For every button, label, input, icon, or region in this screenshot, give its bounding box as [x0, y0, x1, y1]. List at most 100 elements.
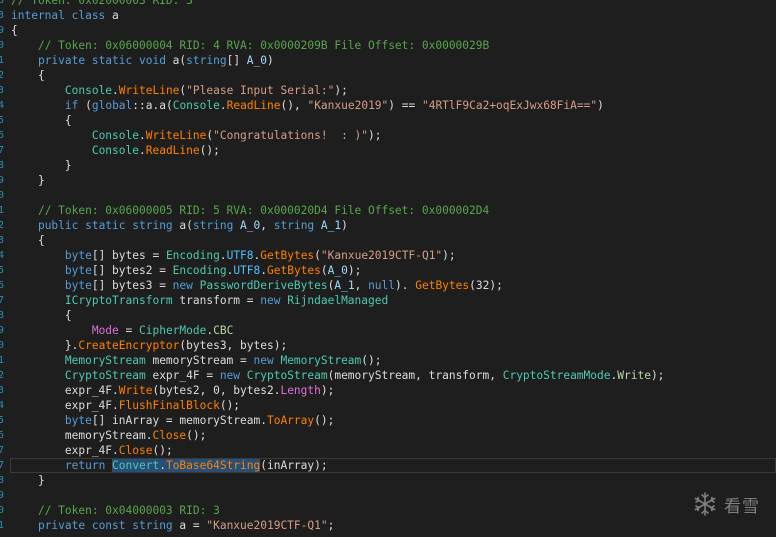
code-token: MemoryStream: [280, 354, 362, 367]
code-text: byte[] inArray = memoryStream.ToArray();: [11, 413, 334, 428]
code-token: Close: [152, 429, 187, 442]
code-text: if (global::a.a(Console.ReadLine(), "Kan…: [11, 98, 604, 113]
line-number: 6: [0, 130, 4, 141]
code-line[interactable]: 7 Console.ReadLine();: [0, 143, 776, 158]
code-token: GetBytes: [415, 279, 470, 292]
code-line[interactable]: 0 // Token: 0x04000003 RID: 3: [0, 503, 776, 518]
code-line[interactable]: 9 Mode = CipherMode.CBC: [0, 323, 776, 338]
code-line[interactable]: 6 memoryStream.Close();: [0, 428, 776, 443]
code-token: a: [112, 9, 119, 22]
code-text: byte[] bytes2 = Encoding.UTF8.GetBytes(A…: [11, 263, 361, 278]
code-line[interactable]: 4 expr_4F.FlushFinalBlock();: [0, 398, 776, 413]
code-line[interactable]: 9: [0, 488, 776, 503]
code-token: if: [64, 99, 86, 112]
code-line[interactable]: 2 {: [0, 68, 776, 83]
code-token: ): [267, 54, 274, 67]
code-line[interactable]: 8 {: [0, 308, 776, 323]
code-token: ();: [152, 444, 173, 457]
line-number: 0: [0, 340, 4, 351]
code-line[interactable]: 5 {: [0, 113, 776, 128]
code-line[interactable]: 7 ICryptoTransform transform = new Rijnd…: [0, 293, 776, 308]
code-editor[interactable]: 6 // Token: 0x02000003 RID: 3 3 internal cl…: [0, 0, 776, 533]
code-line[interactable]: 1 // Token: 0x06000005 RID: 5 RVA: 0x000…: [0, 203, 776, 218]
code-line[interactable]: 1 private const string a = "Kanxue2019CT…: [0, 518, 776, 533]
line-number: 7: [0, 460, 4, 471]
code-line[interactable]: 3 expr_4F.Write(bytes2, 0, bytes2.Length…: [0, 383, 776, 398]
code-line[interactable]: 7 return Convert.ToBase64String(inArray)…: [0, 458, 776, 473]
code-line[interactable]: 1 private static void a(string[] A_0): [0, 53, 776, 68]
line-number: 3: [0, 385, 4, 396]
code-line[interactable]: 0: [0, 188, 776, 203]
code-line[interactable]: 4 if (global::a.a(Console.ReadLine(), "K…: [0, 98, 776, 113]
code-token: global: [91, 99, 133, 112]
code-line[interactable]: 6 // Token: 0x02000003 RID: 3: [0, 0, 776, 8]
code-text: Console.ReadLine();: [11, 143, 220, 158]
code-line[interactable]: 3 {: [0, 233, 776, 248]
code-token: PasswordDeriveBytes: [199, 279, 328, 292]
code-token: a =: [179, 519, 207, 532]
code-token: .: [138, 129, 146, 142]
code-token: ToArray: [266, 414, 315, 427]
code-line[interactable]: 5 byte[] inArray = memoryStream.ToArray(…: [0, 413, 776, 428]
code-token: Encoding: [172, 264, 227, 277]
code-token: Console: [91, 129, 139, 142]
line-number: 9: [0, 490, 4, 501]
code-line[interactable]: 1 MemoryStream memoryStream = new Memory…: [0, 353, 776, 368]
code-line[interactable]: 3 internal class a: [0, 8, 776, 23]
code-line[interactable]: 9{: [0, 23, 776, 38]
code-token: (: [85, 99, 92, 112]
code-token: ): [341, 219, 348, 232]
code-line[interactable]: 7 expr_4F.Close();: [0, 443, 776, 458]
code-token: );: [334, 84, 348, 97]
code-token: ReadLine: [226, 99, 281, 112]
code-text: {: [11, 68, 45, 83]
code-line[interactable]: 2 public static string a(string A_0, str…: [0, 218, 776, 233]
code-line[interactable]: 8 }: [0, 473, 776, 488]
code-token: ();: [199, 144, 220, 157]
code-line[interactable]: 5 byte[] bytes2 = Encoding.UTF8.GetBytes…: [0, 263, 776, 278]
code-token: Console: [91, 144, 139, 157]
code-token: CryptoStreamMode: [502, 369, 611, 382]
code-token: A_0: [240, 219, 261, 232]
code-token: [] bytes3 =: [91, 279, 173, 292]
code-token: ).: [395, 279, 416, 292]
code-line[interactable]: 6 byte[] bytes3 = new PasswordDeriveByte…: [0, 278, 776, 293]
code-line[interactable]: 0 // Token: 0x06000004 RID: 4 RVA: 0x000…: [0, 38, 776, 53]
code-text: private static void a(string[] A_0): [11, 53, 274, 68]
code-token: memoryStream.: [11, 429, 153, 442]
code-line[interactable]: 4 byte[] bytes = Encoding.UTF8.GetBytes(…: [0, 248, 776, 263]
code-token: new: [219, 369, 247, 382]
code-line[interactable]: 0 }.CreateEncryptor(bytes3, bytes);: [0, 338, 776, 353]
line-number: 5: [0, 115, 4, 126]
code-token: new: [260, 294, 288, 307]
line-number: 9: [0, 175, 4, 186]
code-text: expr_4F.FlushFinalBlock();: [11, 398, 240, 413]
code-line[interactable]: 2 CryptoStream expr_4F = new CryptoStrea…: [0, 368, 776, 383]
code-line[interactable]: 9 }: [0, 173, 776, 188]
code-token: UTF8: [226, 249, 254, 262]
code-token: Write: [617, 369, 651, 382]
line-number: 8: [0, 475, 4, 486]
code-token: );: [650, 369, 665, 382]
code-line[interactable]: 8 }: [0, 158, 776, 173]
code-token: );: [347, 264, 362, 277]
code-line[interactable]: 6 Console.WriteLine("Congratulations! : …: [0, 128, 776, 143]
code-token: );: [368, 129, 382, 142]
code-token: (bytes2, 0, bytes2.: [152, 384, 281, 397]
code-token: RijndaelManaged: [287, 294, 389, 307]
code-token: A_0: [327, 264, 348, 277]
line-number: 5: [0, 415, 4, 426]
code-token: ICryptoTransform: [64, 294, 173, 307]
code-token: [] inArray = memoryStream.: [91, 414, 267, 427]
code-token: string: [192, 219, 241, 232]
code-line[interactable]: 3 Console.WriteLine("Please Input Serial…: [0, 83, 776, 98]
code-token: CryptoStream: [64, 369, 146, 382]
code-text: Console.WriteLine("Please Input Serial:"…: [11, 83, 348, 98]
